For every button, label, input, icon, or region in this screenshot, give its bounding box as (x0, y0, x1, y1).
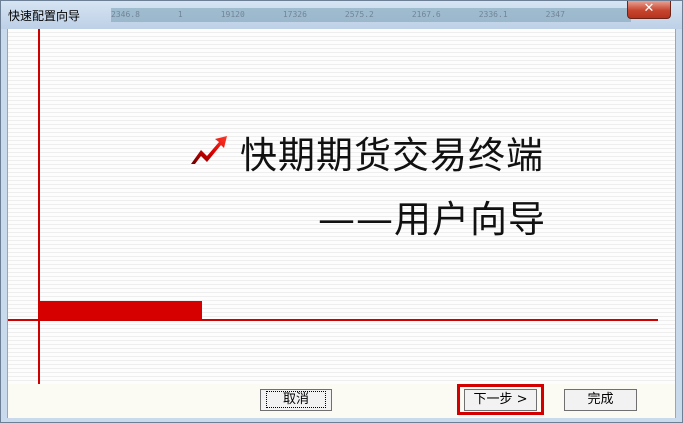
ghost-value: 19120 (220, 10, 245, 19)
background-quote-strip: 2346.8 1 19120 17326 2575.2 2167.6 2336.1 2347 (111, 8, 631, 22)
ghost-value: 1 (177, 10, 183, 19)
window-title: 快速配置向导 (8, 9, 81, 23)
next-button[interactable]: 下一步 > (464, 389, 537, 411)
ghost-value: 2167.6 (411, 10, 441, 19)
decorative-red-bar (40, 301, 202, 319)
ghost-value: 2575.2 (344, 10, 374, 19)
close-button[interactable]: ✕ (627, 1, 671, 19)
decorative-horizontal-line (8, 319, 658, 321)
product-title: 快期期货交易终端 (240, 134, 544, 177)
wizard-content-panel: 快期期货交易终端 ——用户向导 (7, 29, 676, 384)
title-bar[interactable]: 2346.8 1 19120 17326 2575.2 2167.6 2336.1 2347 … (1, 1, 682, 29)
cancel-button-label: 取消 (265, 391, 327, 408)
ghost-value: 2336.1 (478, 10, 508, 19)
wizard-subtitle: ——用户向导 (318, 198, 546, 241)
finish-button[interactable]: 完成 (564, 389, 637, 411)
red-arrow-logo-icon (191, 136, 227, 164)
button-bar: 取消 下一步 > 完成 (7, 384, 676, 418)
ghost-value: 2347 (545, 10, 565, 19)
close-icon[interactable]: ✕ (628, 1, 670, 17)
wizard-window: 2346.8 1 19120 17326 2575.2 2167.6 2336.1 2347 … (0, 0, 683, 423)
ghost-value: 17326 (282, 10, 307, 19)
ghost-value: 2346.8 (111, 10, 140, 19)
decorative-vertical-line (38, 29, 40, 384)
cancel-button[interactable]: 取消 (260, 389, 332, 411)
